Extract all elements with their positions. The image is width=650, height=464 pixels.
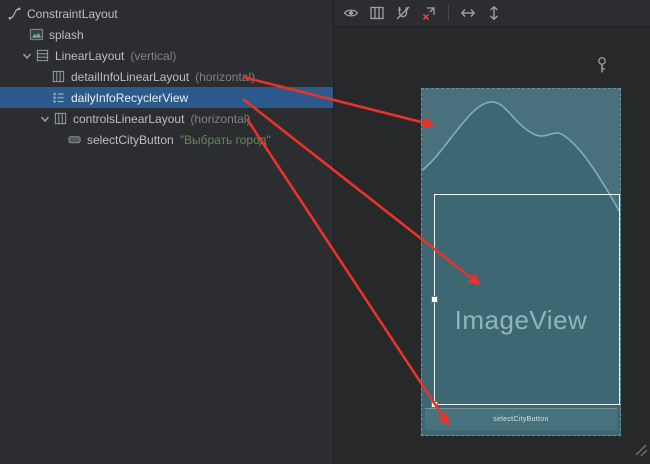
autoconnect-off-icon[interactable]	[392, 2, 414, 24]
selection-rectangle	[434, 194, 620, 405]
tree-row-detailinfolinearlayout[interactable]: detailInfoLinearLayout (horizontal)	[0, 66, 333, 87]
tree-row-constraintlayout[interactable]: ConstraintLayout	[0, 3, 333, 24]
selection-handle-bottom-left[interactable]	[431, 401, 438, 408]
tree-item-text-value: "Выбрать город"	[180, 133, 271, 147]
device-preview[interactable]: ImageView selectCityButton	[421, 88, 621, 436]
preview-select-city-button[interactable]: selectCityButton	[425, 408, 617, 430]
wrench-icon[interactable]	[594, 56, 610, 81]
tree-item-label: ConstraintLayout	[27, 7, 118, 21]
tree-item-label: detailInfoLinearLayout	[71, 70, 189, 84]
resize-grip[interactable]	[632, 441, 648, 462]
android-studio-layout-editor: { "component_tree": { "items": [ { "labe…	[0, 0, 650, 464]
linear-layout-horizontal-icon	[52, 111, 69, 127]
view-options-icon[interactable]	[340, 2, 362, 24]
tree-row-controlslinearlayout[interactable]: controlsLinearLayout (horizontal)	[0, 108, 333, 129]
resize-horizontal-icon[interactable]	[457, 2, 479, 24]
tree-item-annotation: (horizontal)	[195, 70, 255, 84]
linear-layout-horizontal-icon	[50, 69, 67, 85]
selection-handle-left[interactable]	[431, 296, 438, 303]
constraint-layout-icon	[6, 6, 23, 22]
chevron-down-icon[interactable]	[20, 50, 34, 62]
tree-item-label: selectCityButton	[87, 133, 174, 147]
chevron-down-icon[interactable]	[38, 113, 52, 125]
tree-row-splash[interactable]: splash	[0, 24, 333, 45]
imageview-icon	[28, 27, 45, 43]
button-icon	[66, 132, 83, 148]
clear-constraints-icon[interactable]	[418, 2, 440, 24]
recycler-view-icon	[50, 90, 67, 106]
tree-row-linearlayout[interactable]: LinearLayout (vertical)	[0, 45, 333, 66]
resize-vertical-icon[interactable]	[483, 2, 505, 24]
component-tree-panel: ConstraintLayout splash LinearLayout (ve…	[0, 0, 333, 464]
tree-row-dailyinforecyclerview[interactable]: dailyInfoRecyclerView	[0, 87, 333, 108]
tree-row-selectcitybutton[interactable]: selectCityButton "Выбрать город"	[0, 129, 333, 150]
preview-button-label: selectCityButton	[493, 416, 548, 423]
tree-item-label: LinearLayout	[55, 49, 124, 63]
toolbar-separator	[448, 5, 449, 21]
column-guides-icon[interactable]	[366, 2, 388, 24]
tree-item-label: splash	[49, 28, 84, 42]
tree-item-label: controlsLinearLayout	[73, 112, 184, 126]
tree-item-annotation: (vertical)	[130, 49, 176, 63]
linear-layout-vertical-icon	[34, 48, 51, 64]
tree-item-label: dailyInfoRecyclerView	[71, 91, 188, 105]
tree-item-annotation: (horizontal)	[190, 112, 250, 126]
design-toolbar	[334, 0, 650, 27]
